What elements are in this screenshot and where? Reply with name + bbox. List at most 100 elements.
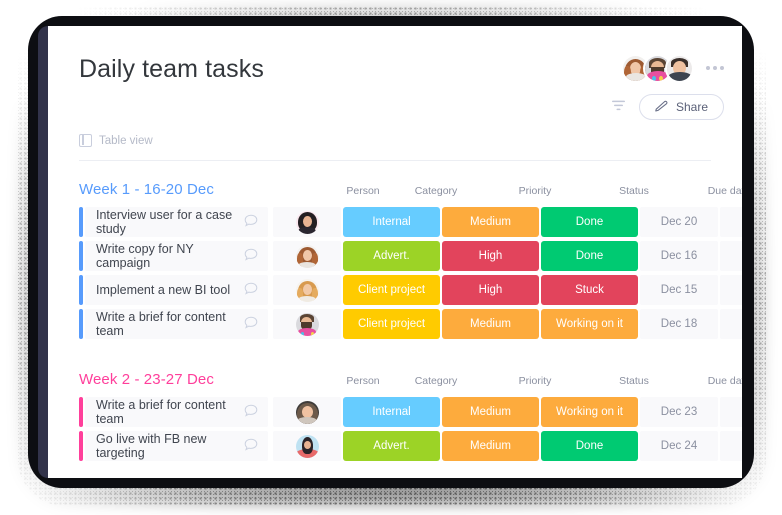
avatar[interactable] (295, 434, 319, 458)
cell-due-date[interactable]: Dec 24 (640, 431, 718, 461)
cell-status[interactable]: Done (541, 241, 638, 271)
tab-table-view-label: Table view (99, 134, 153, 147)
cell-status[interactable]: Stuck (541, 275, 638, 305)
view-tab-bar: Table view (79, 133, 711, 161)
cell-priority[interactable]: High (442, 241, 539, 271)
task-name-label: Go live with FB new targeting (96, 432, 207, 460)
cell-due-date[interactable]: Dec 15 (640, 275, 718, 305)
page-title: Daily team tasks (79, 55, 264, 83)
cell-empty[interactable] (720, 397, 742, 427)
cell-task-name[interactable]: Implement a new BI tool (85, 275, 268, 305)
cell-task-name[interactable]: Write a brief for content team (85, 397, 268, 427)
priority-label: High (478, 284, 503, 296)
avatar[interactable] (295, 400, 319, 424)
cell-person[interactable] (273, 241, 341, 271)
dot (720, 66, 724, 70)
cell-status[interactable]: Working on it (541, 309, 638, 339)
cell-empty[interactable] (720, 431, 742, 461)
table-row[interactable]: Write a brief for content team Internal (79, 397, 742, 427)
column-header-priority: Priority (518, 185, 552, 197)
cell-status[interactable]: Done (541, 431, 638, 461)
category-label: Advert. (373, 440, 410, 452)
cell-category[interactable]: Client project (343, 275, 440, 305)
category-label: Advert. (373, 250, 410, 262)
cell-category[interactable]: Advert. (343, 241, 440, 271)
cell-empty[interactable] (720, 275, 742, 305)
table-row[interactable]: Implement a new BI tool Client project H… (79, 275, 742, 305)
cell-status[interactable]: Done (541, 207, 638, 237)
cell-task-name[interactable]: Write copy for NY campaign (85, 241, 268, 271)
cell-due-date[interactable]: Dec 20 (640, 207, 718, 237)
column-header-due-date: Due date (707, 375, 742, 387)
comment-bubble-icon[interactable] (244, 248, 258, 264)
avatar[interactable] (295, 312, 319, 336)
cell-task-name[interactable]: Write a brief for content team (85, 309, 268, 339)
board-members-avatars[interactable] (621, 54, 694, 83)
cell-priority[interactable]: Medium (442, 309, 539, 339)
row-accent-bar (79, 207, 83, 237)
filter-icon[interactable] (611, 98, 625, 116)
task-group: Week 2 - 23-27 Dec Person Category Prior… (79, 371, 742, 465)
cell-person[interactable] (273, 431, 341, 461)
avatar-dark-hair-woman-art (295, 210, 319, 234)
cell-due-date[interactable]: Dec 18 (640, 309, 718, 339)
cell-empty[interactable] (720, 241, 742, 271)
cell-category[interactable]: Advert. (343, 431, 440, 461)
avatar[interactable] (295, 210, 319, 234)
category-label: Internal (372, 406, 411, 418)
avatar[interactable] (665, 54, 694, 83)
cell-person[interactable] (273, 309, 341, 339)
cell-due-date[interactable]: Dec 23 (640, 397, 718, 427)
status-label: Working on it (556, 318, 623, 330)
avatar[interactable] (295, 244, 319, 268)
avatar[interactable] (295, 278, 319, 302)
dot (713, 66, 717, 70)
cell-status[interactable]: Working on it (541, 397, 638, 427)
column-header-status: Status (619, 185, 649, 197)
cell-task-name[interactable]: Go live with FB new targeting (85, 431, 268, 461)
cell-empty[interactable] (720, 207, 742, 237)
comment-bubble-icon[interactable] (244, 316, 258, 332)
group-title[interactable]: Week 2 - 23-27 Dec (79, 371, 214, 388)
cell-person[interactable] (273, 397, 341, 427)
cell-category[interactable]: Internal (343, 397, 440, 427)
comment-bubble-icon[interactable] (244, 282, 258, 298)
cell-priority[interactable]: Medium (442, 207, 539, 237)
cell-priority[interactable]: High (442, 275, 539, 305)
row-accent-bar (79, 241, 83, 271)
avatar-smiling-woman-art (295, 400, 319, 424)
category-label: Client project (357, 318, 426, 330)
cell-category[interactable]: Client project (343, 309, 440, 339)
table-row[interactable]: Go live with FB new targeting Advert. Me… (79, 431, 742, 461)
priority-label: High (478, 250, 503, 262)
cell-empty[interactable] (720, 309, 742, 339)
cell-category[interactable]: Internal (343, 207, 440, 237)
priority-label: Medium (470, 406, 511, 418)
cell-task-name[interactable]: Interview user for a case study (85, 207, 268, 237)
task-name-label: Write copy for NY campaign (96, 242, 194, 270)
column-header-status: Status (619, 375, 649, 387)
more-options-icon[interactable] (706, 66, 724, 70)
avatar-short-hair-man-art (667, 56, 692, 81)
cell-person[interactable] (273, 207, 341, 237)
status-label: Working on it (556, 406, 623, 418)
cell-due-date[interactable]: Dec 16 (640, 241, 718, 271)
cell-person[interactable] (273, 275, 341, 305)
comment-bubble-icon[interactable] (244, 214, 258, 230)
priority-label: Medium (470, 318, 511, 330)
header-toolbar: Share (611, 94, 724, 120)
comment-bubble-icon[interactable] (244, 404, 258, 420)
group-title[interactable]: Week 1 - 16-20 Dec (79, 181, 214, 198)
cell-priority[interactable]: Medium (442, 431, 539, 461)
table-row[interactable]: Interview user for a case study Internal (79, 207, 742, 237)
comment-bubble-icon[interactable] (244, 438, 258, 454)
table-row[interactable]: Write copy for NY campaign Advert. High … (79, 241, 742, 271)
share-button[interactable]: Share (638, 94, 724, 120)
avatar-red-hair-woman-art (295, 244, 319, 268)
cell-priority[interactable]: Medium (442, 397, 539, 427)
tab-table-view[interactable]: Table view (79, 133, 153, 147)
category-label: Internal (372, 216, 411, 228)
row-accent-bar (79, 275, 83, 305)
table-row[interactable]: Write a brief for content team Client pr… (79, 309, 742, 339)
group-header: Week 1 - 16-20 Dec Person Category Prior… (79, 181, 742, 207)
